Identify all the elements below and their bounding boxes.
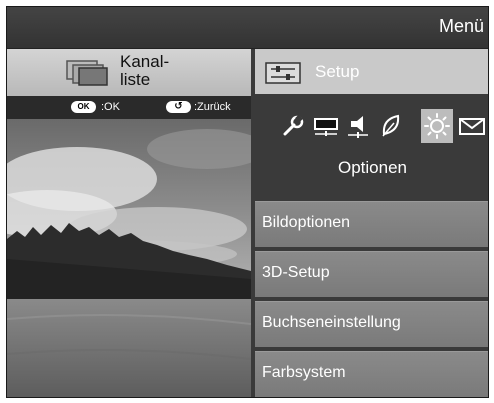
menu-item-label: Farbsystem xyxy=(262,364,346,381)
wrench-icon[interactable] xyxy=(277,109,309,143)
envelope-icon[interactable] xyxy=(456,109,488,143)
kanalliste-label-line2: liste xyxy=(120,70,151,89)
menu-item-label: 3D-Setup xyxy=(262,264,330,281)
setup-label: Setup xyxy=(315,62,360,81)
menu-item-label: Bildoptionen xyxy=(262,214,351,231)
kanalliste-label-line1: Kanal- xyxy=(120,52,170,71)
speaker-icon[interactable] xyxy=(342,109,374,143)
category-icon-row xyxy=(255,107,488,147)
ok-key-badge: OK xyxy=(71,101,96,113)
setup-tab[interactable]: Setup xyxy=(255,49,488,94)
menu-header: Menü xyxy=(7,7,488,49)
kanalliste-button[interactable]: Kanal- liste xyxy=(7,49,251,96)
back-hint-text: :Zurück xyxy=(194,101,231,113)
back-key-badge: ↺ xyxy=(166,101,191,113)
button-hints: OK :OK ↺ :Zurück xyxy=(7,96,251,119)
kanalliste-label: Kanal- liste xyxy=(120,53,169,89)
menu-item-3d-setup[interactable]: 3D-Setup xyxy=(255,251,488,297)
menu-title: Menü xyxy=(438,16,484,36)
sun-icon[interactable] xyxy=(421,109,453,143)
menu-item-bildoptionen[interactable]: Bildoptionen xyxy=(255,201,488,247)
leaf-icon[interactable] xyxy=(375,109,407,143)
channel-list-icon xyxy=(65,59,109,92)
menu-item-farbsystem[interactable]: Farbsystem xyxy=(255,351,488,397)
section-title: Optionen xyxy=(338,158,407,177)
setup-sliders-icon xyxy=(265,62,301,89)
tv-preview-image xyxy=(7,119,251,397)
ok-hint-text: :OK xyxy=(101,101,120,113)
tv-menu-screen: Menü Kanal- liste OK :OK ↺ :Zurück Setup… xyxy=(6,6,489,398)
monitor-icon[interactable] xyxy=(310,109,342,143)
menu-item-buchseneinstellung[interactable]: Buchseneinstellung xyxy=(255,301,488,347)
menu-item-label: Buchseneinstellung xyxy=(262,314,401,331)
